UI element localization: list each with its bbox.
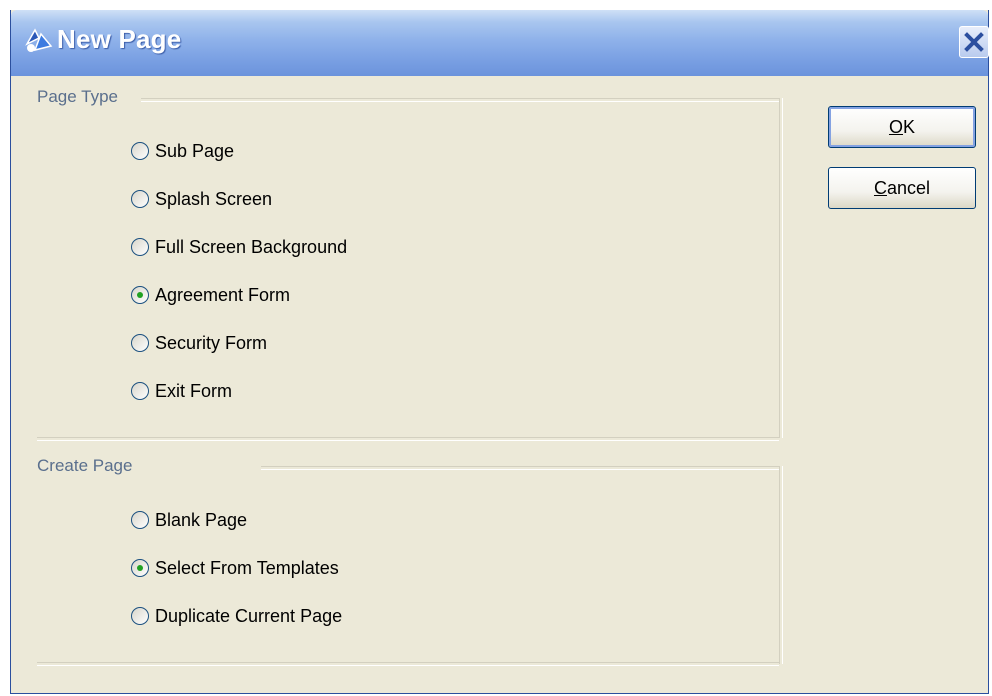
- create-page-group-top-rule: [261, 466, 779, 470]
- ok-label-rest: K: [903, 116, 916, 137]
- radio-blank-page[interactable]: Blank Page: [131, 507, 247, 533]
- new-page-dialog: New Page Page Type Sub Page Splash Scree…: [10, 10, 989, 694]
- create-page-group-right-rule: [779, 466, 783, 664]
- cancel-label-rest: ancel: [886, 177, 931, 198]
- radio-label: Splash Screen: [155, 188, 273, 209]
- ok-button[interactable]: OK: [828, 106, 976, 148]
- page-type-label: Page Type: [37, 87, 118, 106]
- radio-duplicate-current-page[interactable]: Duplicate Current Page: [131, 603, 342, 629]
- page-type-group-top-rule: [141, 98, 779, 102]
- radio-selected-dot: [137, 292, 143, 298]
- radio-label: Security Form: [155, 332, 268, 353]
- close-button[interactable]: [959, 26, 989, 58]
- radio-select-from-templates[interactable]: Select From Templates: [131, 555, 339, 581]
- create-page-label: Create Page: [37, 456, 133, 475]
- page-type-group-right-rule: [779, 98, 783, 438]
- radio-button-selected[interactable]: [131, 559, 149, 577]
- radio-label: Sub Page: [155, 140, 235, 161]
- radio-selected-dot: [137, 565, 143, 571]
- create-page-group-bottom-rule: [37, 662, 779, 666]
- radio-button[interactable]: [131, 511, 149, 529]
- ok-mnemonic: O: [888, 116, 903, 137]
- radio-button[interactable]: [131, 190, 149, 208]
- title-bar[interactable]: New Page: [11, 10, 989, 76]
- radio-label: Agreement Form: [155, 284, 291, 305]
- app-icon: [21, 24, 55, 56]
- radio-agreement-form[interactable]: Agreement Form: [131, 282, 290, 308]
- close-icon: [964, 32, 984, 52]
- radio-button[interactable]: [131, 607, 149, 625]
- radio-security-form[interactable]: Security Form: [131, 330, 267, 356]
- radio-sub-page[interactable]: Sub Page: [131, 138, 234, 164]
- radio-label: Duplicate Current Page: [155, 605, 343, 626]
- radio-button[interactable]: [131, 382, 149, 400]
- radio-button[interactable]: [131, 142, 149, 160]
- radio-exit-form[interactable]: Exit Form: [131, 378, 232, 404]
- radio-button-selected[interactable]: [131, 286, 149, 304]
- radio-button[interactable]: [131, 334, 149, 352]
- cancel-mnemonic: C: [873, 177, 887, 198]
- radio-label: Full Screen Background: [155, 236, 348, 257]
- radio-label: Blank Page: [155, 509, 248, 530]
- radio-label: Select From Templates: [155, 557, 339, 578]
- radio-button[interactable]: [131, 238, 149, 256]
- cancel-button[interactable]: Cancel: [828, 167, 976, 209]
- window-title: New Page: [57, 24, 182, 54]
- radio-splash-screen[interactable]: Splash Screen: [131, 186, 272, 212]
- radio-label: Exit Form: [155, 380, 233, 401]
- radio-full-screen-background[interactable]: Full Screen Background: [131, 234, 347, 260]
- page-type-group-bottom-rule: [37, 437, 779, 441]
